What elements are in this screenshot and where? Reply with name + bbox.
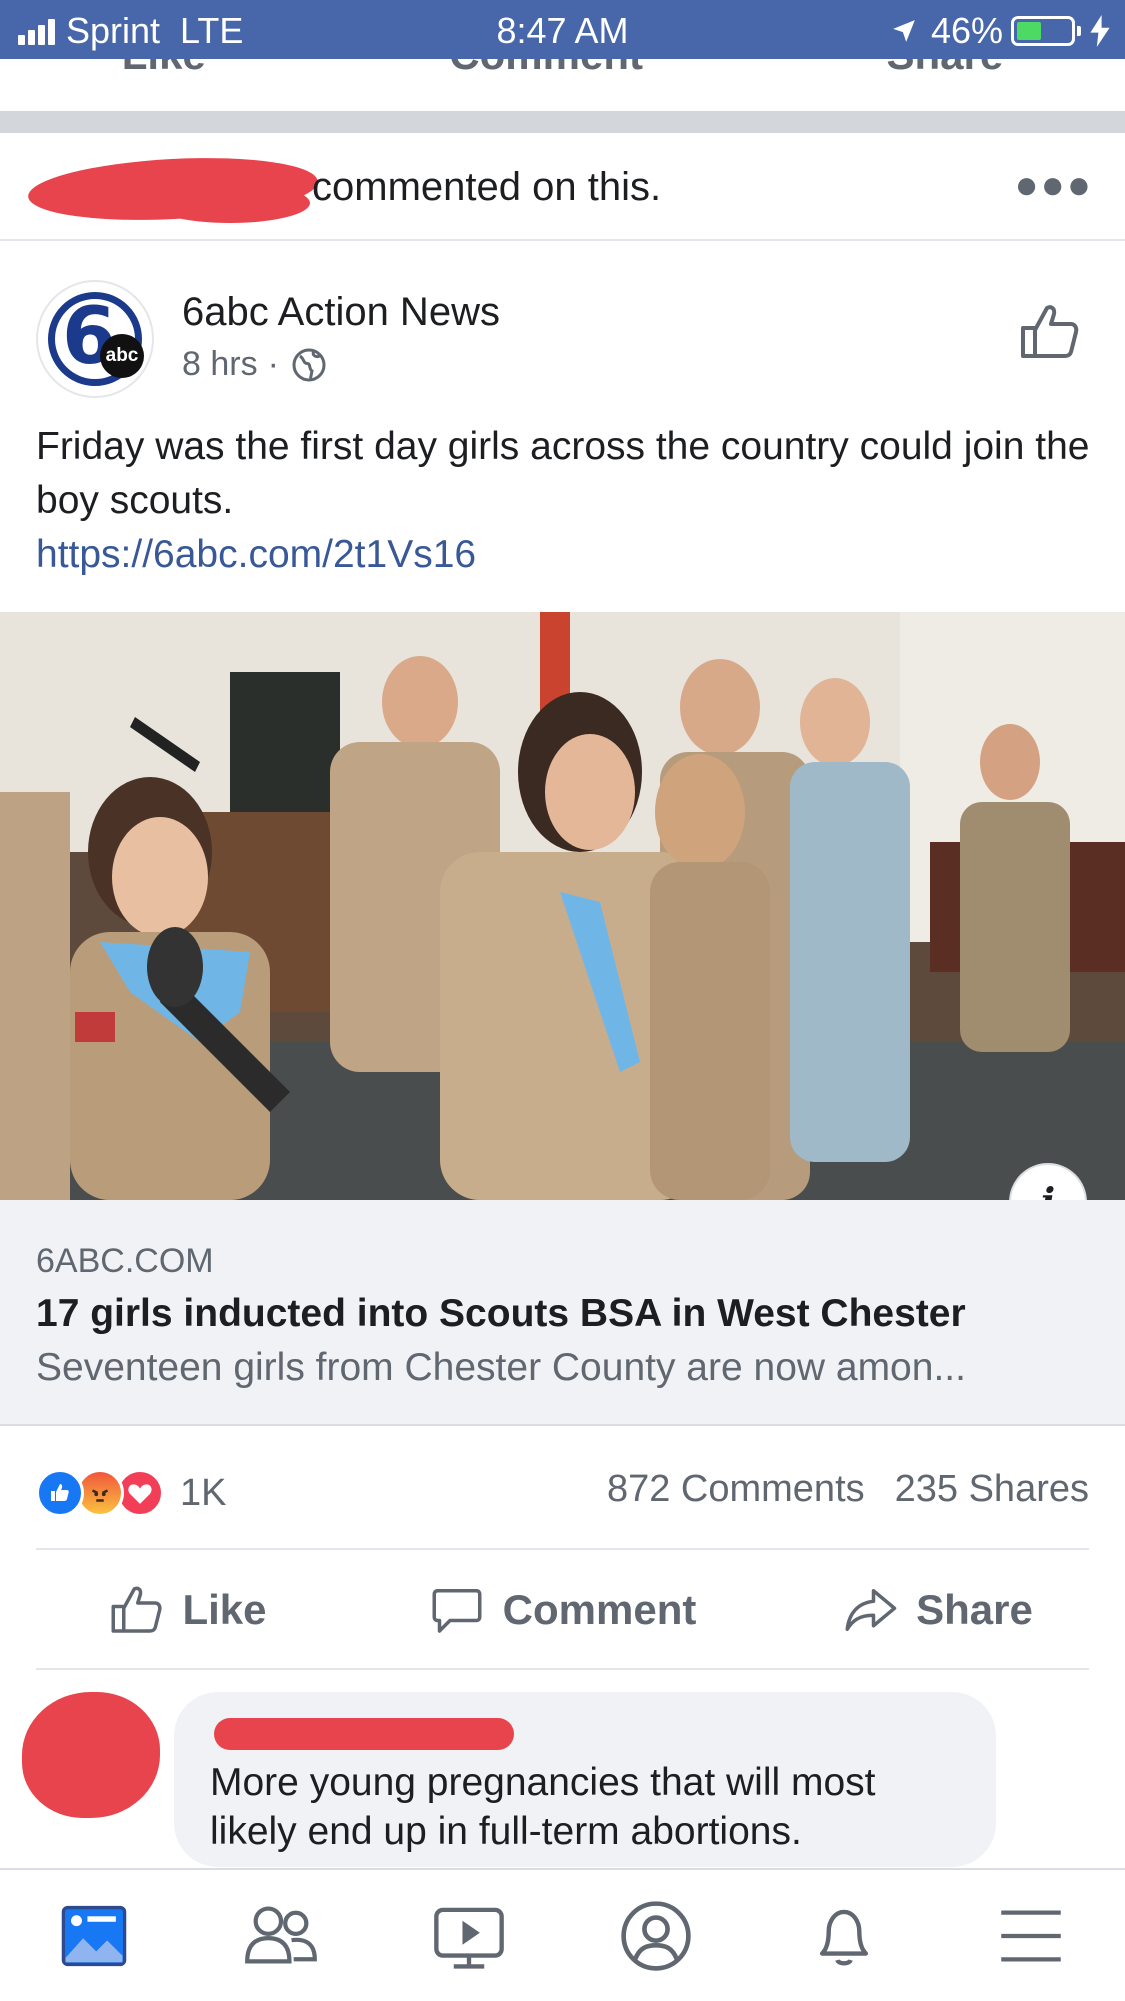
comment-bubble-icon (432, 1589, 482, 1633)
commenter-name-redacted (214, 1718, 514, 1750)
reactions-summary[interactable]: 1K (36, 1468, 226, 1518)
nav-friends[interactable] (236, 1891, 326, 1981)
battery-icon (1011, 16, 1081, 46)
charging-bolt-icon (1090, 15, 1110, 47)
news-feed-icon (61, 1905, 127, 1966)
status-right: 46% (891, 10, 1111, 52)
comment-text: More young pregnancies that will most li… (210, 1761, 876, 1853)
location-arrow-icon (893, 20, 915, 42)
like-page-thumb-icon[interactable] (1017, 300, 1081, 364)
reactions-count: 1K (180, 1471, 227, 1514)
nav-news-feed[interactable] (49, 1891, 139, 1981)
post-meta: 8 hrs · (182, 345, 327, 384)
activity-header: commented on this. ●●● (0, 133, 1125, 241)
share-button[interactable]: Share (750, 1560, 1125, 1660)
comments-count[interactable]: 872 Comments (607, 1468, 865, 1511)
hamburger-menu-icon (1001, 1910, 1061, 1961)
bottom-navigation (0, 1868, 1125, 2001)
nav-menu[interactable] (986, 1891, 1076, 1981)
logo-badge: abc (100, 334, 144, 378)
meta-separator: · (267, 345, 279, 383)
like-button[interactable]: Like (0, 1560, 375, 1660)
previous-post-actions: Like Comment Share (0, 59, 1125, 111)
link-preview-card[interactable]: 6ABC.COM 17 girls inducted into Scouts B… (0, 1200, 1125, 1426)
share-arrow-icon (845, 1589, 897, 1631)
thumbs-up-icon (111, 1586, 163, 1633)
link-description: Seventeen girls from Chester County are … (36, 1346, 966, 1389)
comment-bubble[interactable]: More young pregnancies that will most li… (174, 1692, 996, 1867)
post-photo[interactable] (0, 612, 1125, 1200)
post-time[interactable]: 8 hrs (182, 345, 258, 384)
like-reaction-icon (36, 1469, 84, 1517)
prev-like-label[interactable]: Like (122, 59, 206, 79)
engagement-counts: 872 Comments 235 Shares (607, 1468, 1089, 1511)
page-name[interactable]: 6abc Action News (182, 290, 500, 335)
like-label: Like (182, 1586, 267, 1633)
post-text: Friday was the first day girls across th… (36, 425, 1090, 522)
comment-label: Comment (502, 1586, 697, 1633)
battery-percent: 46% (930, 10, 1003, 51)
more-options-icon[interactable]: ●●● (1015, 163, 1093, 208)
post-action-bar: Like Comment Share (0, 1560, 1125, 1660)
page-avatar[interactable]: 6 abc (36, 280, 154, 398)
divider-top (36, 1548, 1089, 1550)
friends-icon (245, 1905, 318, 1963)
link-title: 17 girls inducted into Scouts BSA in Wes… (36, 1292, 966, 1335)
prev-share-label[interactable]: Share (886, 59, 1003, 79)
shares-count[interactable]: 235 Shares (895, 1468, 1089, 1511)
post-link[interactable]: https://6abc.com/2t1Vs16 (36, 528, 1096, 582)
commenter-avatar-redacted[interactable] (22, 1692, 160, 1818)
status-bar: Sprint LTE 8:47 AM 46% (0, 0, 1125, 59)
activity-text: commented on this. (312, 165, 662, 209)
nav-profile[interactable] (611, 1891, 701, 1981)
share-label: Share (916, 1586, 1033, 1633)
watch-video-icon (433, 1907, 504, 1969)
link-domain: 6ABC.COM (36, 1242, 214, 1280)
divider-bottom (36, 1668, 1089, 1670)
profile-icon (621, 1900, 691, 1971)
comment-button[interactable]: Comment (375, 1560, 750, 1660)
feed-divider (0, 111, 1125, 133)
globe-icon (292, 348, 326, 381)
redacted-name-scribble (150, 183, 310, 223)
bell-icon (819, 1909, 868, 1966)
prev-comment-label[interactable]: Comment (449, 59, 643, 79)
post-body: Friday was the first day girls across th… (36, 420, 1096, 582)
scouts-photo-illustration (0, 612, 1125, 1200)
nav-notifications[interactable] (799, 1891, 889, 1981)
nav-watch[interactable] (424, 1891, 514, 1981)
